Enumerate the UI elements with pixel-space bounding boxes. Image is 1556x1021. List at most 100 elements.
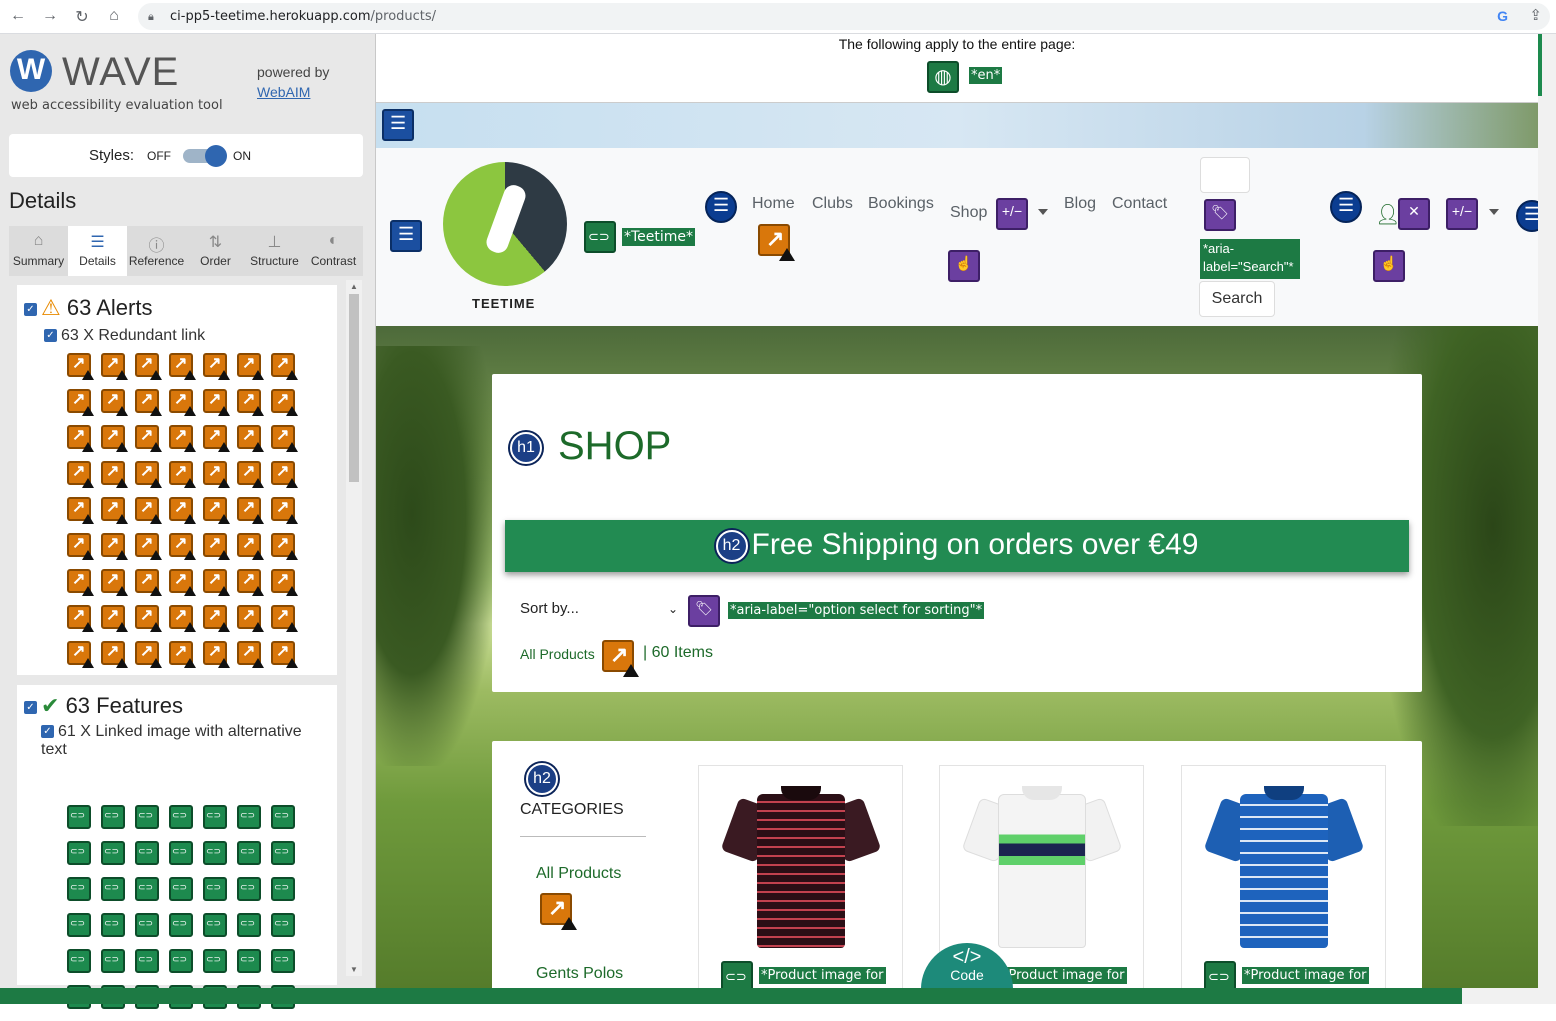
redundant-link-icon[interactable] <box>67 389 94 416</box>
product-image[interactable] <box>961 786 1123 948</box>
redundant-link-icon[interactable] <box>203 569 230 596</box>
aria-expanded-icon[interactable] <box>1446 198 1478 230</box>
redundant-link-icon[interactable] <box>101 425 128 452</box>
scroll-down-icon[interactable]: ▼ <box>350 965 358 974</box>
redundant-link-icon[interactable] <box>237 389 264 416</box>
redundant-link-icon[interactable] <box>101 389 128 416</box>
share-icon[interactable]: ⇪ <box>1529 6 1542 24</box>
scroll-thumb[interactable] <box>349 294 359 482</box>
redundant-link-icon[interactable] <box>237 569 264 596</box>
linked-image-icon[interactable] <box>101 949 125 973</box>
redundant-link-icon[interactable] <box>135 425 162 452</box>
address-bar[interactable]: 🔒︎ ci-pp5-teetime.herokuapp.com/products… <box>138 3 1550 30</box>
linked-image-icon[interactable] <box>203 913 227 937</box>
redundant-link-icon[interactable] <box>67 533 94 560</box>
redundant-link-icon[interactable] <box>135 605 162 632</box>
linked-image-icon[interactable] <box>101 913 125 937</box>
linked-image-icon[interactable] <box>67 841 91 865</box>
linked-image-icon[interactable] <box>271 913 295 937</box>
redundant-link-icon[interactable] <box>67 425 94 452</box>
search-input[interactable] <box>1200 157 1250 193</box>
redundant-link-icon[interactable] <box>135 389 162 416</box>
aria-popup-icon[interactable] <box>948 250 980 282</box>
h2-badge-icon[interactable]: h2 <box>526 763 558 795</box>
category-all-products[interactable]: All Products <box>536 865 621 883</box>
redundant-link-icon[interactable] <box>237 533 264 560</box>
linked-image-icon[interactable] <box>237 913 261 937</box>
redundant-link-icon[interactable] <box>169 497 196 524</box>
redundant-link-icon[interactable] <box>135 569 162 596</box>
webaim-link[interactable]: WebAIM <box>257 84 310 100</box>
linked-image-icon[interactable] <box>169 805 193 829</box>
redundant-link-icon[interactable] <box>203 353 230 380</box>
redundant-link-icon[interactable] <box>271 425 298 452</box>
linked-image-icon[interactable] <box>203 841 227 865</box>
scroll-thumb[interactable] <box>1538 34 1542 96</box>
redundant-link-icon[interactable] <box>271 569 298 596</box>
redundant-link-icon[interactable] <box>271 353 298 380</box>
linked-image-icon[interactable] <box>169 913 193 937</box>
redundant-link-icon[interactable] <box>169 389 196 416</box>
redundant-link-icon[interactable] <box>67 569 94 596</box>
page-scrollbar[interactable] <box>1538 34 1556 988</box>
linked-image-icon[interactable] <box>237 841 261 865</box>
aria-expanded-icon[interactable] <box>996 198 1028 230</box>
linked-image-icon[interactable] <box>135 841 159 865</box>
linked-image-icon[interactable] <box>135 913 159 937</box>
redundant-link-icon[interactable] <box>169 533 196 560</box>
reload-icon[interactable]: ↻ <box>72 7 92 27</box>
h2-badge-icon[interactable]: h2 <box>715 530 748 563</box>
linked-image-icon[interactable] <box>237 949 261 973</box>
redundant-link-icon[interactable] <box>271 533 298 560</box>
redundant-link-icon[interactable] <box>101 641 128 668</box>
tab-order[interactable]: ⇅ Order <box>186 226 245 276</box>
redundant-link-icon[interactable] <box>169 425 196 452</box>
redundant-link-icon[interactable] <box>169 605 196 632</box>
redundant-link-icon[interactable] <box>271 461 298 488</box>
linked-image-icon[interactable] <box>584 221 616 253</box>
list-icon[interactable] <box>705 191 737 223</box>
teetime-logo-icon[interactable] <box>443 162 567 286</box>
list-icon[interactable] <box>1330 191 1362 223</box>
nav-clubs[interactable]: Clubs <box>812 195 853 213</box>
linked-image-icon[interactable] <box>237 805 261 829</box>
redundant-link-icon[interactable] <box>67 461 94 488</box>
redundant-link-icon[interactable] <box>135 461 162 488</box>
linked-image-icon[interactable] <box>101 841 125 865</box>
redundant-link-icon[interactable] <box>67 353 94 380</box>
chevron-down-icon[interactable] <box>1038 209 1048 215</box>
code-button[interactable]: </> Code <box>921 943 1013 988</box>
linked-image-icon[interactable] <box>203 805 227 829</box>
redundant-link-icon[interactable] <box>101 605 128 632</box>
redundant-link-icon[interactable] <box>237 497 264 524</box>
nav-bookings[interactable]: Bookings <box>868 195 934 213</box>
linked-image-icon[interactable] <box>271 877 295 901</box>
styles-toggle[interactable] <box>183 145 227 167</box>
product-image[interactable] <box>720 786 882 948</box>
product-card[interactable]: *Product image for <box>1181 765 1386 988</box>
product-image[interactable] <box>1203 786 1365 948</box>
linked-image-icon[interactable] <box>271 949 295 973</box>
linked-image-icon[interactable] <box>169 841 193 865</box>
redundant-link-icon[interactable] <box>602 640 639 677</box>
redundant-link-icon[interactable] <box>135 497 162 524</box>
redundant-link-icon[interactable] <box>203 461 230 488</box>
tab-structure[interactable]: ⊥ Structure <box>245 226 304 276</box>
redundant-link-icon[interactable] <box>271 641 298 668</box>
redundant-link-icon[interactable] <box>67 497 94 524</box>
redundant-link-icon[interactable] <box>203 641 230 668</box>
chevron-down-icon[interactable] <box>1489 209 1499 215</box>
all-products-link[interactable]: All Products <box>520 646 595 662</box>
redundant-link-icon[interactable] <box>237 425 264 452</box>
linked-image-icon[interactable] <box>721 961 753 988</box>
redundant-link-icon[interactable] <box>101 353 128 380</box>
linked-image-icon[interactable] <box>135 877 159 901</box>
aria-label-icon[interactable] <box>1204 199 1236 231</box>
document-icon[interactable] <box>382 109 414 141</box>
tab-contrast[interactable]: ◐ Contrast <box>304 226 363 276</box>
sort-select[interactable]: Sort by... ⌄ <box>520 600 682 622</box>
back-icon[interactable]: ← <box>8 7 28 25</box>
linked-image-checkbox[interactable]: ✓ <box>41 725 54 739</box>
redundant-link-icon[interactable] <box>271 605 298 632</box>
redundant-link-icon[interactable] <box>135 533 162 560</box>
